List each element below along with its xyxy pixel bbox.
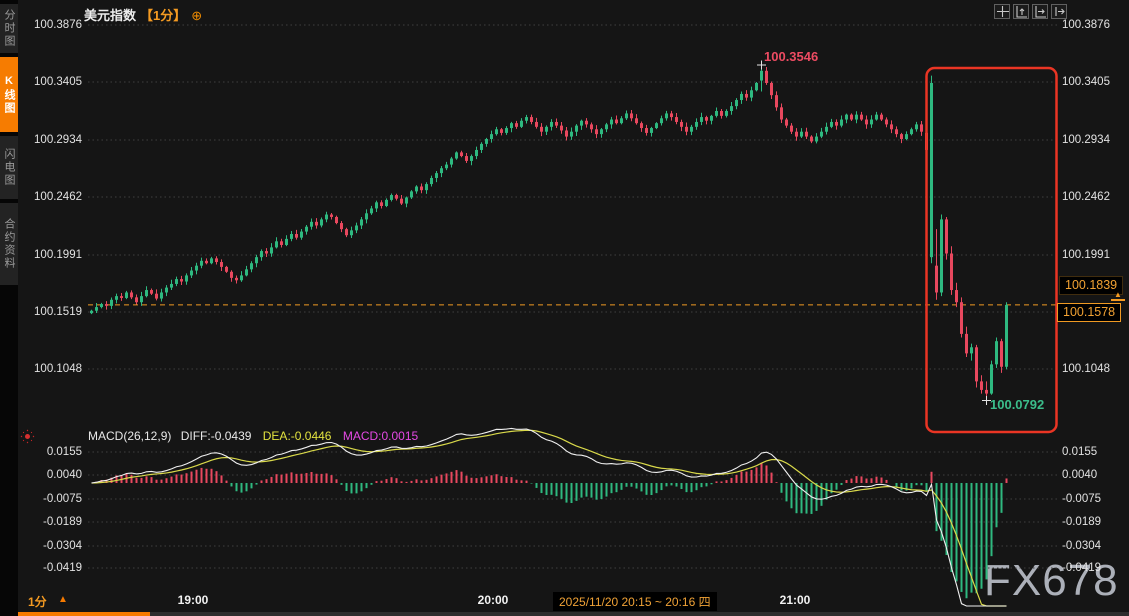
time-tick-label: 20:00: [477, 593, 509, 607]
axis-label: 0.0155: [46, 446, 82, 458]
macd-header: MACD(26,12,9) DIFF:-0.0439 DEA:-0.0446 M…: [88, 429, 418, 443]
session-high-annotation: 100.3546: [764, 49, 819, 64]
axis-label: 100.1048: [34, 363, 82, 375]
chart-scrollbar-track[interactable]: [0, 612, 1129, 616]
chart-title-bar: 美元指数 【1分】 ⊕: [84, 5, 202, 24]
macd-diff-value: DIFF:-0.0439: [180, 429, 252, 443]
axis-label: -0.0189: [42, 516, 82, 528]
axis-label: 0.0155: [1062, 446, 1098, 458]
add-indicator-icon[interactable]: ⊕: [191, 8, 202, 23]
axis-label: -0.0189: [1062, 516, 1102, 528]
timeframe-dropdown-icon[interactable]: ▲: [58, 594, 68, 605]
sidebar-tab-kline[interactable]: K线图: [0, 57, 18, 132]
symbol-title: 美元指数: [84, 8, 137, 23]
last-price-badge: 100.1578: [1057, 303, 1122, 322]
axis-label: -0.0075: [42, 493, 82, 505]
selected-time-range-label: 2025/11/20 20:15 ~ 20:16 四: [553, 592, 717, 611]
axis-label: 0.0040: [1062, 469, 1098, 481]
axis-label: 100.1991: [1062, 249, 1110, 261]
scale-price-icon: [1015, 6, 1027, 18]
price-chart-canvas[interactable]: [0, 0, 1129, 616]
session-low-annotation: 100.0792: [990, 397, 1045, 412]
sidebar-tab-contract-info[interactable]: 合约资料: [0, 203, 18, 285]
axis-label: 0.0040: [46, 469, 82, 481]
axis-label: 100.3876: [1062, 19, 1110, 31]
time-tick-label: 19:00: [177, 593, 209, 607]
axis-label: 100.3876: [34, 19, 82, 31]
chart-scrollbar-thumb[interactable]: [14, 612, 150, 616]
pan-icon: [996, 6, 1009, 17]
macd-dea-value: DEA:-0.0446: [262, 429, 332, 443]
pan-button[interactable]: [994, 4, 1010, 19]
axis-label: 100.2462: [1062, 191, 1110, 203]
axis-label: 100.3405: [1062, 76, 1110, 88]
axis-label: 100.1991: [34, 249, 82, 261]
macd-name-label: MACD(26,12,9): [88, 429, 172, 443]
axis-label: 100.1519: [34, 306, 82, 318]
scale-price-button[interactable]: [1013, 4, 1029, 19]
shift-right-button[interactable]: [1051, 4, 1067, 19]
time-tick-label: 21:00: [779, 593, 811, 607]
sidebar-tab-timeline[interactable]: 分时图: [0, 4, 18, 53]
scale-time-icon: [1034, 6, 1046, 18]
axis-label: 100.2934: [1062, 134, 1110, 146]
axis-label: -0.0419: [42, 562, 82, 574]
axis-label: 100.1048: [1062, 363, 1110, 375]
trading-app-window: FX678 分时图 K线图 闪电图 合约资料 美元指数 【1分】 ⊕ 100.3…: [0, 0, 1129, 616]
chart-type-sidebar: 分时图 K线图 闪电图 合约资料: [0, 0, 18, 616]
timeframe-label: 【1分】: [140, 8, 187, 23]
price-marker-icon: ▲: [1111, 291, 1125, 301]
macd-macd-value: MACD:0.0015: [342, 429, 419, 443]
timeframe-selector[interactable]: 1分: [28, 593, 47, 610]
sidebar-tab-lightning[interactable]: 闪电图: [0, 136, 18, 199]
axis-label: -0.0304: [1062, 540, 1102, 552]
axis-label: -0.0075: [1062, 493, 1102, 505]
axis-label: 100.2934: [34, 134, 82, 146]
chart-toolbar: [994, 4, 1067, 19]
axis-label: -0.0419: [1062, 562, 1102, 574]
axis-label: -0.0304: [42, 540, 82, 552]
scale-time-button[interactable]: [1032, 4, 1048, 19]
axis-label: 100.3405: [34, 76, 82, 88]
macd-settings-icon[interactable]: [21, 430, 35, 444]
axis-label: 100.2462: [34, 191, 82, 203]
shift-right-icon: [1054, 7, 1065, 16]
